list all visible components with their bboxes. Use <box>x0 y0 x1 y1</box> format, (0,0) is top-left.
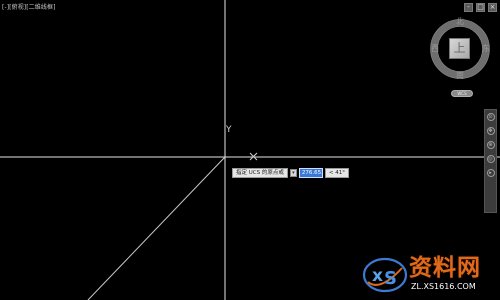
compass-east[interactable]: 东 <box>481 44 491 53</box>
watermark-url: ZL.XS1616.COM <box>411 282 476 291</box>
dynamic-input-tooltip: 指定 UCS 的原点或 ▾ 276.6536 < 41° <box>232 168 349 178</box>
viewcube-top-face[interactable]: 上 <box>449 38 470 59</box>
compass-north[interactable]: 北 <box>455 17 465 26</box>
dynamic-input-prompt: 指定 UCS 的原点或 <box>232 168 288 178</box>
restore-button[interactable]: □ <box>476 3 485 12</box>
viewport-window-controls: - □ × <box>464 3 497 12</box>
angle-input[interactable]: < 41° <box>324 168 349 178</box>
viewport-controls-label[interactable]: [-][俯视][二维线框] <box>2 4 56 12</box>
minimize-button[interactable]: - <box>464 3 473 12</box>
navigation-bar: ⊙ ✥ ⊕ ◎ ▸ <box>484 109 497 213</box>
viewcube[interactable]: 北 南 西 东 上 <box>427 16 493 82</box>
rubber-band-line <box>87 156 226 300</box>
drawing-viewport[interactable]: [-][俯视][二维线框] - □ × 北 南 西 东 上 WCS ⊙ ✥ ⊕ … <box>0 0 500 300</box>
compass-south[interactable]: 南 <box>455 71 465 80</box>
svg-text:x: x <box>372 266 383 286</box>
pan-icon[interactable]: ✥ <box>486 127 495 135</box>
svg-text:S: S <box>384 268 397 289</box>
ucs-y-axis-label: Y <box>226 125 232 135</box>
close-button[interactable]: × <box>488 3 497 12</box>
watermark-title: 资料网 <box>409 255 481 281</box>
xs-logo-icon: x S <box>362 257 408 293</box>
showmotion-icon[interactable]: ▸ <box>486 169 495 177</box>
zoom-icon[interactable]: ⊕ <box>486 141 495 149</box>
site-watermark: x S 资料网 ZL.XS1616.COM <box>357 253 497 297</box>
chevron-down-icon[interactable]: ▾ <box>289 169 297 177</box>
steering-wheel-icon[interactable]: ⊙ <box>486 113 495 121</box>
wcs-menu-button[interactable]: WCS <box>451 90 473 97</box>
orbit-icon[interactable]: ◎ <box>486 155 495 163</box>
distance-input[interactable]: 276.6536 <box>298 168 323 178</box>
compass-west[interactable]: 西 <box>430 44 440 53</box>
